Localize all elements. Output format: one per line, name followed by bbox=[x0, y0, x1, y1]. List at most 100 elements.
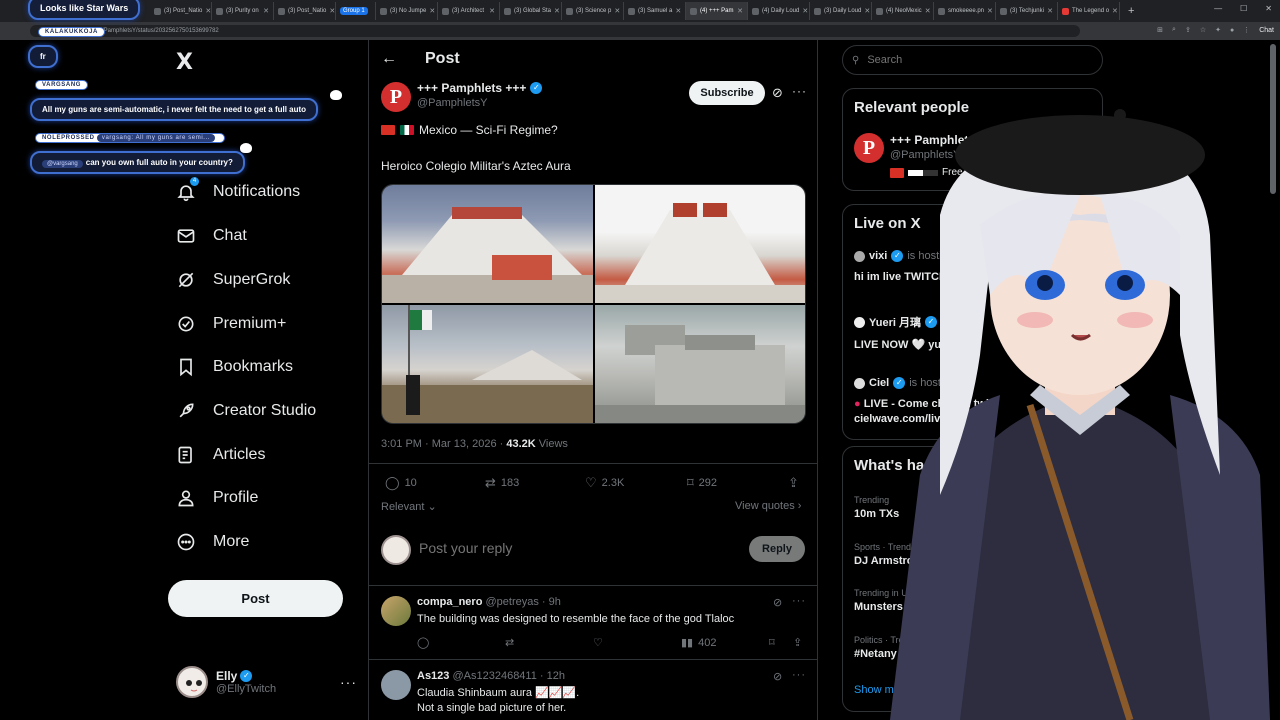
nav-creator-studio[interactable]: Creator Studio bbox=[176, 401, 316, 421]
extensions-icon[interactable]: ✦ bbox=[1215, 26, 1221, 34]
browser-tab[interactable]: (3) Science p ✕ bbox=[562, 2, 624, 20]
close-tab-icon[interactable]: ✕ bbox=[554, 7, 560, 15]
repost-action[interactable]: ⇄ 183 bbox=[485, 475, 519, 491]
close-tab-icon[interactable]: ✕ bbox=[737, 7, 743, 15]
media-image[interactable] bbox=[594, 305, 805, 423]
browser-tab[interactable]: smokeeee.pn ✕ bbox=[934, 2, 996, 20]
share-action[interactable]: ⇪ bbox=[793, 636, 802, 649]
favicon-icon bbox=[814, 7, 821, 15]
x-logo[interactable]: X bbox=[176, 50, 193, 75]
bookmark-action[interactable]: ⌑ bbox=[769, 636, 775, 649]
close-tab-icon[interactable]: ✕ bbox=[1112, 7, 1118, 15]
nav-bookmarks[interactable]: Bookmarks bbox=[176, 357, 293, 377]
browser-tab[interactable]: (3) Purity on ✕ bbox=[212, 2, 274, 20]
search-input[interactable] bbox=[867, 54, 1068, 66]
grok-icon[interactable]: ⊘ bbox=[772, 85, 783, 101]
avatar[interactable] bbox=[381, 596, 411, 626]
browser-tab[interactable]: (3) Architect ✕ bbox=[438, 2, 500, 20]
bookmark-action[interactable]: ⌑ 292 bbox=[687, 475, 717, 491]
url-field[interactable]: x.com/PamphletsY/status/2032562750153699… bbox=[30, 25, 1080, 37]
like-action[interactable]: ♡ bbox=[593, 636, 603, 649]
media-image[interactable] bbox=[382, 185, 593, 303]
account-switcher[interactable]: Elly ✓ @EllyTwitch ··· bbox=[176, 666, 356, 698]
close-tab-icon[interactable]: ✕ bbox=[802, 7, 808, 15]
reply-sort-dropdown[interactable]: Relevant ⌄ bbox=[381, 500, 437, 513]
close-tab-icon[interactable]: ✕ bbox=[987, 7, 993, 15]
close-tab-icon[interactable]: ✕ bbox=[263, 7, 269, 15]
browser-tab[interactable]: (4) NeoMexic ✕ bbox=[872, 2, 934, 20]
browser-tab[interactable]: (3) No Jumpe ✕ bbox=[376, 2, 438, 20]
close-tab-icon[interactable]: ✕ bbox=[925, 7, 931, 15]
repost-action[interactable]: ⇄ bbox=[505, 636, 514, 649]
browser-tab[interactable]: (3) Post_Natio ✕ bbox=[150, 2, 212, 20]
close-tab-icon[interactable]: ✕ bbox=[429, 7, 435, 15]
browser-tab[interactable]: (3) Daily Loud ✕ bbox=[810, 2, 872, 20]
chat-button[interactable]: Chat bbox=[1259, 27, 1274, 34]
reply-action[interactable]: ◯ bbox=[417, 636, 429, 649]
view-quotes-link[interactable]: View quotes › bbox=[735, 500, 801, 512]
nav-notifications[interactable]: 4 Notifications bbox=[176, 177, 300, 202]
comment-more-icon[interactable]: ··· bbox=[792, 595, 806, 607]
translate-icon[interactable]: ⊞ bbox=[1157, 26, 1163, 34]
back-arrow-icon[interactable]: ← bbox=[381, 50, 397, 68]
browser-tab[interactable]: (3) Post_Natio ✕ bbox=[274, 2, 336, 20]
share-action[interactable]: ⇪ bbox=[788, 475, 799, 491]
divider bbox=[369, 463, 817, 464]
profile-avatar-icon[interactable]: ● bbox=[1230, 27, 1234, 34]
nav-more[interactable]: More bbox=[176, 532, 249, 552]
close-tab-icon[interactable]: ✕ bbox=[864, 7, 870, 15]
grok-icon[interactable]: ⊘ bbox=[773, 596, 782, 609]
comment-more-icon[interactable]: ··· bbox=[792, 669, 806, 681]
views-action[interactable]: ▮▮ 402 bbox=[681, 636, 716, 650]
close-tab-icon[interactable]: ✕ bbox=[1047, 7, 1053, 15]
maximize-icon[interactable]: ☐ bbox=[1240, 4, 1247, 13]
zoom-icon[interactable]: ⌕ bbox=[1172, 26, 1176, 34]
account-more-icon[interactable]: ··· bbox=[340, 674, 357, 690]
nav-profile[interactable]: Profile bbox=[176, 488, 258, 508]
close-tab-icon[interactable]: ✕ bbox=[489, 7, 495, 15]
subscribe-button[interactable]: Subscribe bbox=[689, 81, 765, 105]
browser-tab-active[interactable]: (4) +++ Pam ✕ bbox=[686, 2, 748, 20]
notification-badge: 4 bbox=[190, 177, 199, 186]
browser-tab[interactable]: (3) Samuel a ✕ bbox=[624, 2, 686, 20]
browser-tab[interactable]: (4) Daily Loud ✕ bbox=[748, 2, 810, 20]
minimize-icon[interactable]: — bbox=[1214, 4, 1222, 13]
close-tab-icon[interactable]: ✕ bbox=[614, 7, 620, 15]
nav-premium[interactable]: Premium+ bbox=[176, 314, 286, 334]
grok-icon[interactable]: ⊘ bbox=[773, 670, 782, 683]
author-name[interactable]: +++ Pamphlets +++ ✓ bbox=[417, 81, 543, 95]
browser-tab[interactable]: (3) Techjunki ✕ bbox=[996, 2, 1058, 20]
menu-icon[interactable]: ⋮ bbox=[1243, 26, 1250, 34]
reply-icon: ◯ bbox=[417, 637, 430, 649]
reply-action[interactable]: ◯ 10 bbox=[385, 475, 417, 491]
close-tab-icon[interactable]: ✕ bbox=[329, 7, 335, 15]
avatar[interactable] bbox=[381, 670, 411, 700]
media-image[interactable] bbox=[594, 185, 805, 303]
close-tab-icon[interactable]: ✕ bbox=[205, 7, 211, 15]
nav-label: Creator Studio bbox=[213, 402, 317, 419]
chat-username: VARGSANG bbox=[35, 80, 89, 90]
new-tab-icon[interactable]: + bbox=[1120, 5, 1142, 17]
tab-group-label[interactable]: Group 1 bbox=[336, 2, 376, 20]
nav-supergrok[interactable]: SuperGrok bbox=[176, 270, 290, 290]
reply-button[interactable]: Reply bbox=[749, 536, 805, 562]
post-button[interactable]: Post bbox=[168, 580, 343, 617]
media-image[interactable] bbox=[382, 305, 593, 423]
browser-tab[interactable]: The Legend o ✕ bbox=[1058, 2, 1120, 20]
comment-author[interactable]: As123 @As1232468411 · 12h bbox=[417, 670, 565, 682]
share-icon[interactable]: ⇪ bbox=[1185, 26, 1191, 34]
browser-tab[interactable]: (3) Global Sta ✕ bbox=[500, 2, 562, 20]
like-action[interactable]: ♡ 2.3K bbox=[585, 475, 624, 491]
search-box[interactable]: ⚲ bbox=[842, 45, 1103, 75]
star-icon[interactable]: ☆ bbox=[1200, 26, 1206, 34]
nav-chat[interactable]: Chat bbox=[176, 226, 247, 246]
author-avatar[interactable]: P bbox=[381, 82, 411, 112]
close-tab-icon[interactable]: ✕ bbox=[675, 7, 681, 15]
chat-username: NOLEPROSSED vargsang: All my guns are se… bbox=[35, 133, 226, 143]
author-handle[interactable]: @PamphletsY bbox=[417, 97, 487, 109]
close-window-icon[interactable]: ✕ bbox=[1265, 4, 1272, 13]
reply-input[interactable] bbox=[419, 540, 719, 556]
nav-articles[interactable]: Articles bbox=[176, 445, 265, 465]
comment-author[interactable]: compa_nero @petreyas · 9h bbox=[417, 596, 561, 608]
post-more-icon[interactable]: ··· bbox=[792, 84, 807, 98]
